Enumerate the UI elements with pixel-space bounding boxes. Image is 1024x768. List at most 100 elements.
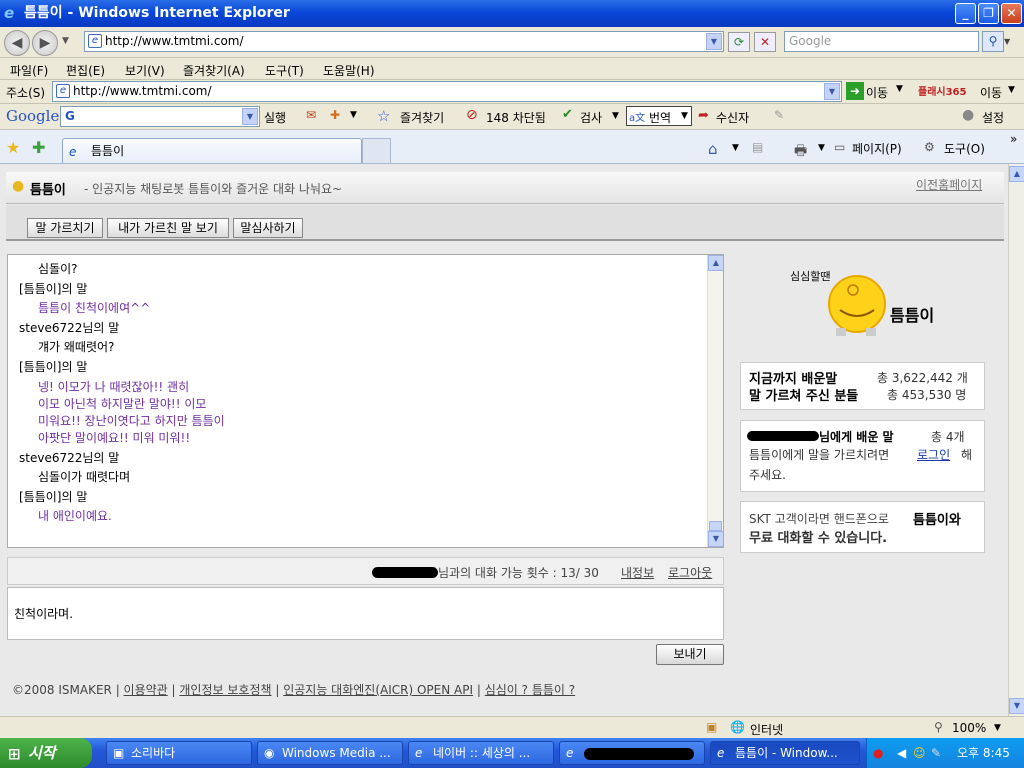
chat-scrollbar[interactable]: ▲ ▼ [707, 255, 723, 547]
google-search-input[interactable]: G ▼ [60, 106, 260, 127]
print-dropdown-icon[interactable]: ▼ [818, 143, 825, 153]
google-favorites-button[interactable]: 즐겨찾기 [400, 109, 444, 126]
history-dropdown-icon[interactable]: ▼ [62, 36, 69, 46]
menu-file[interactable]: 파일(F) [10, 62, 48, 79]
my-taught-words-button[interactable]: 내가 가르친 말 보기 [107, 218, 229, 238]
close-button[interactable]: ✕ [1001, 3, 1022, 24]
taskbar-item-soribada[interactable]: ▣ 소리바다 [106, 741, 252, 765]
menu-edit[interactable]: 편집(E) [66, 62, 105, 79]
scroll-up-icon[interactable]: ▲ [1009, 166, 1024, 182]
refresh-button[interactable]: ⟳ [728, 32, 750, 52]
start-button[interactable]: ⊞ 시작 [0, 738, 92, 768]
stop-button[interactable]: ✕ [754, 32, 776, 52]
taskbar-item-wmp[interactable]: ◉ Windows Media ... [257, 741, 403, 765]
about-link[interactable]: 심심이 ? 틈틈이 ? [485, 683, 575, 697]
chat-scroll-thumb[interactable] [709, 521, 722, 531]
google-settings-button[interactable]: 설정 [982, 109, 1004, 126]
my-info-link[interactable]: 내정보 [621, 564, 654, 581]
login-link[interactable]: 로그인 [917, 446, 950, 463]
new-tab-button[interactable] [362, 138, 391, 163]
page-menu[interactable]: 페이지(P) [852, 140, 902, 157]
site-tagline: - 인공지능 채팅로봇 틈틈이와 즐거운 대화 나눠요~ [84, 182, 343, 196]
zoom-level[interactable]: 100% [952, 721, 986, 735]
open-api-link[interactable]: 인공지능 대화엔진(AICR) OPEN API [283, 683, 473, 697]
taskbar-item-tmtmi[interactable]: e 틈틈이 - Window... [710, 741, 860, 765]
page-scrollbar[interactable]: ▲ ▼ [1008, 164, 1024, 716]
chat-scroll-up-icon[interactable]: ▲ [708, 255, 723, 271]
tools-menu[interactable]: 도구(O) [944, 140, 985, 157]
clock[interactable]: 오후 8:45 [957, 738, 1010, 768]
translate-icon: a文 [629, 113, 646, 124]
google-g-icon[interactable]: G [65, 107, 75, 126]
google-logo: Google [6, 107, 60, 125]
settings-gear-icon: ● [962, 107, 975, 123]
chevron-more-icon[interactable]: » [1010, 132, 1017, 146]
spellcheck-button[interactable]: 검사 [580, 109, 602, 126]
tray-app-icon[interactable]: ✎ [931, 738, 941, 768]
popup-blocked-count[interactable]: 148 차단됨 [486, 109, 546, 126]
go-button[interactable]: 이동 [866, 84, 888, 101]
scroll-down-icon[interactable]: ▼ [1009, 698, 1024, 714]
sendto-button[interactable]: 수신자 [716, 109, 749, 126]
puzzle-dropdown-icon[interactable]: ▼ [350, 110, 357, 120]
print-icon[interactable]: 🖶 [794, 140, 807, 164]
bookmark-tool-icon[interactable]: ✉ [306, 108, 316, 122]
privacy-link[interactable]: 개인정보 보호정책 [179, 683, 271, 697]
chat-status-line: 님과의 대화 가능 횟수 : 13/ 30 내정보 로그아웃 [7, 557, 724, 585]
restore-button[interactable]: ❐ [978, 3, 999, 24]
chat-scroll-down-icon[interactable]: ▼ [708, 531, 723, 547]
chat-speaker: [틈틈이]의 말 [19, 489, 88, 504]
highlight-icon[interactable]: ✎ [774, 108, 784, 122]
logout-link[interactable]: 로그아웃 [668, 564, 712, 581]
search-options-icon[interactable]: ▼ [1004, 31, 1018, 52]
url-field[interactable]: e http://www.tmtmi.com/ ▼ [84, 31, 724, 52]
mascot-name: 틈틈이 [890, 306, 935, 325]
messenger-icon[interactable]: ☺ [913, 738, 926, 768]
menu-tools[interactable]: 도구(T) [265, 62, 304, 79]
home-dropdown-icon[interactable]: ▼ [732, 143, 739, 153]
feeds-icon[interactable]: ▤ [752, 140, 763, 154]
page-icon[interactable]: ▭ [834, 140, 845, 154]
puzzle-icon[interactable]: ✚ [330, 108, 340, 122]
zoom-dropdown-icon[interactable]: ▼ [994, 723, 1001, 733]
address-field[interactable]: e http://www.tmtmi.com/ ▼ [52, 81, 842, 102]
teach-button[interactable]: 말 가르치기 [27, 218, 103, 238]
menu-favorites[interactable]: 즐겨찾기(A) [183, 62, 245, 79]
tab-tmtmi[interactable]: e 틈틈이 [62, 138, 362, 163]
go-arrow-icon[interactable]: ➜ [846, 82, 864, 100]
zoom-icon[interactable]: ⚲ [934, 720, 943, 734]
forward-button[interactable]: ▶ [32, 30, 58, 56]
back-button[interactable]: ◀ [4, 30, 30, 56]
go-dropdown-icon[interactable]: ▼ [896, 84, 903, 94]
korea-flag-icon[interactable]: ● [873, 738, 883, 768]
star-icon[interactable]: ☆ [377, 107, 390, 125]
address-dropdown-icon[interactable]: ▼ [824, 83, 840, 100]
brand-go-button[interactable]: 이동 [980, 84, 1002, 101]
tools-gear-icon[interactable]: ⚙ [924, 140, 935, 154]
taskbar-item-naver[interactable]: e 네이버 :: 세상의 ... [408, 741, 554, 765]
terms-link[interactable]: 이용약관 [124, 683, 168, 697]
brand-365-logo[interactable]: 플래시365 [918, 83, 966, 98]
taskbar-item-redacted[interactable]: e [559, 741, 705, 765]
google-run-button[interactable]: 실행 [264, 109, 286, 126]
send-button[interactable]: 보내기 [656, 644, 724, 665]
search-input[interactable]: Google [784, 31, 979, 52]
chat-input[interactable]: 친척이라며. [7, 587, 724, 640]
brand-dropdown-icon[interactable]: ▼ [1008, 85, 1015, 95]
url-dropdown-icon[interactable]: ▼ [706, 33, 722, 50]
menu-view[interactable]: 보기(V) [125, 62, 165, 79]
menu-help[interactable]: 도움말(H) [323, 62, 375, 79]
site-logo[interactable]: 틈틈이 [30, 179, 66, 198]
add-favorite-icon[interactable]: ✚ [32, 138, 45, 157]
favorites-star-icon[interactable]: ★ [6, 138, 20, 157]
tray-arrow-icon[interactable]: ◀ [897, 738, 906, 768]
google-dropdown-icon[interactable]: ▼ [242, 108, 258, 125]
previous-homepage-link[interactable]: 이전홈페이지 [916, 176, 982, 193]
home-icon[interactable]: ⌂ [708, 140, 718, 158]
search-icon[interactable]: ⚲ [982, 31, 1004, 52]
spellcheck-dropdown-icon[interactable]: ▼ [612, 111, 619, 121]
minimize-button[interactable]: _ [955, 3, 976, 24]
review-words-button[interactable]: 말심사하기 [233, 218, 303, 238]
translate-button[interactable]: a文 번역 ▼ [626, 106, 692, 126]
redacted-username [372, 567, 438, 578]
